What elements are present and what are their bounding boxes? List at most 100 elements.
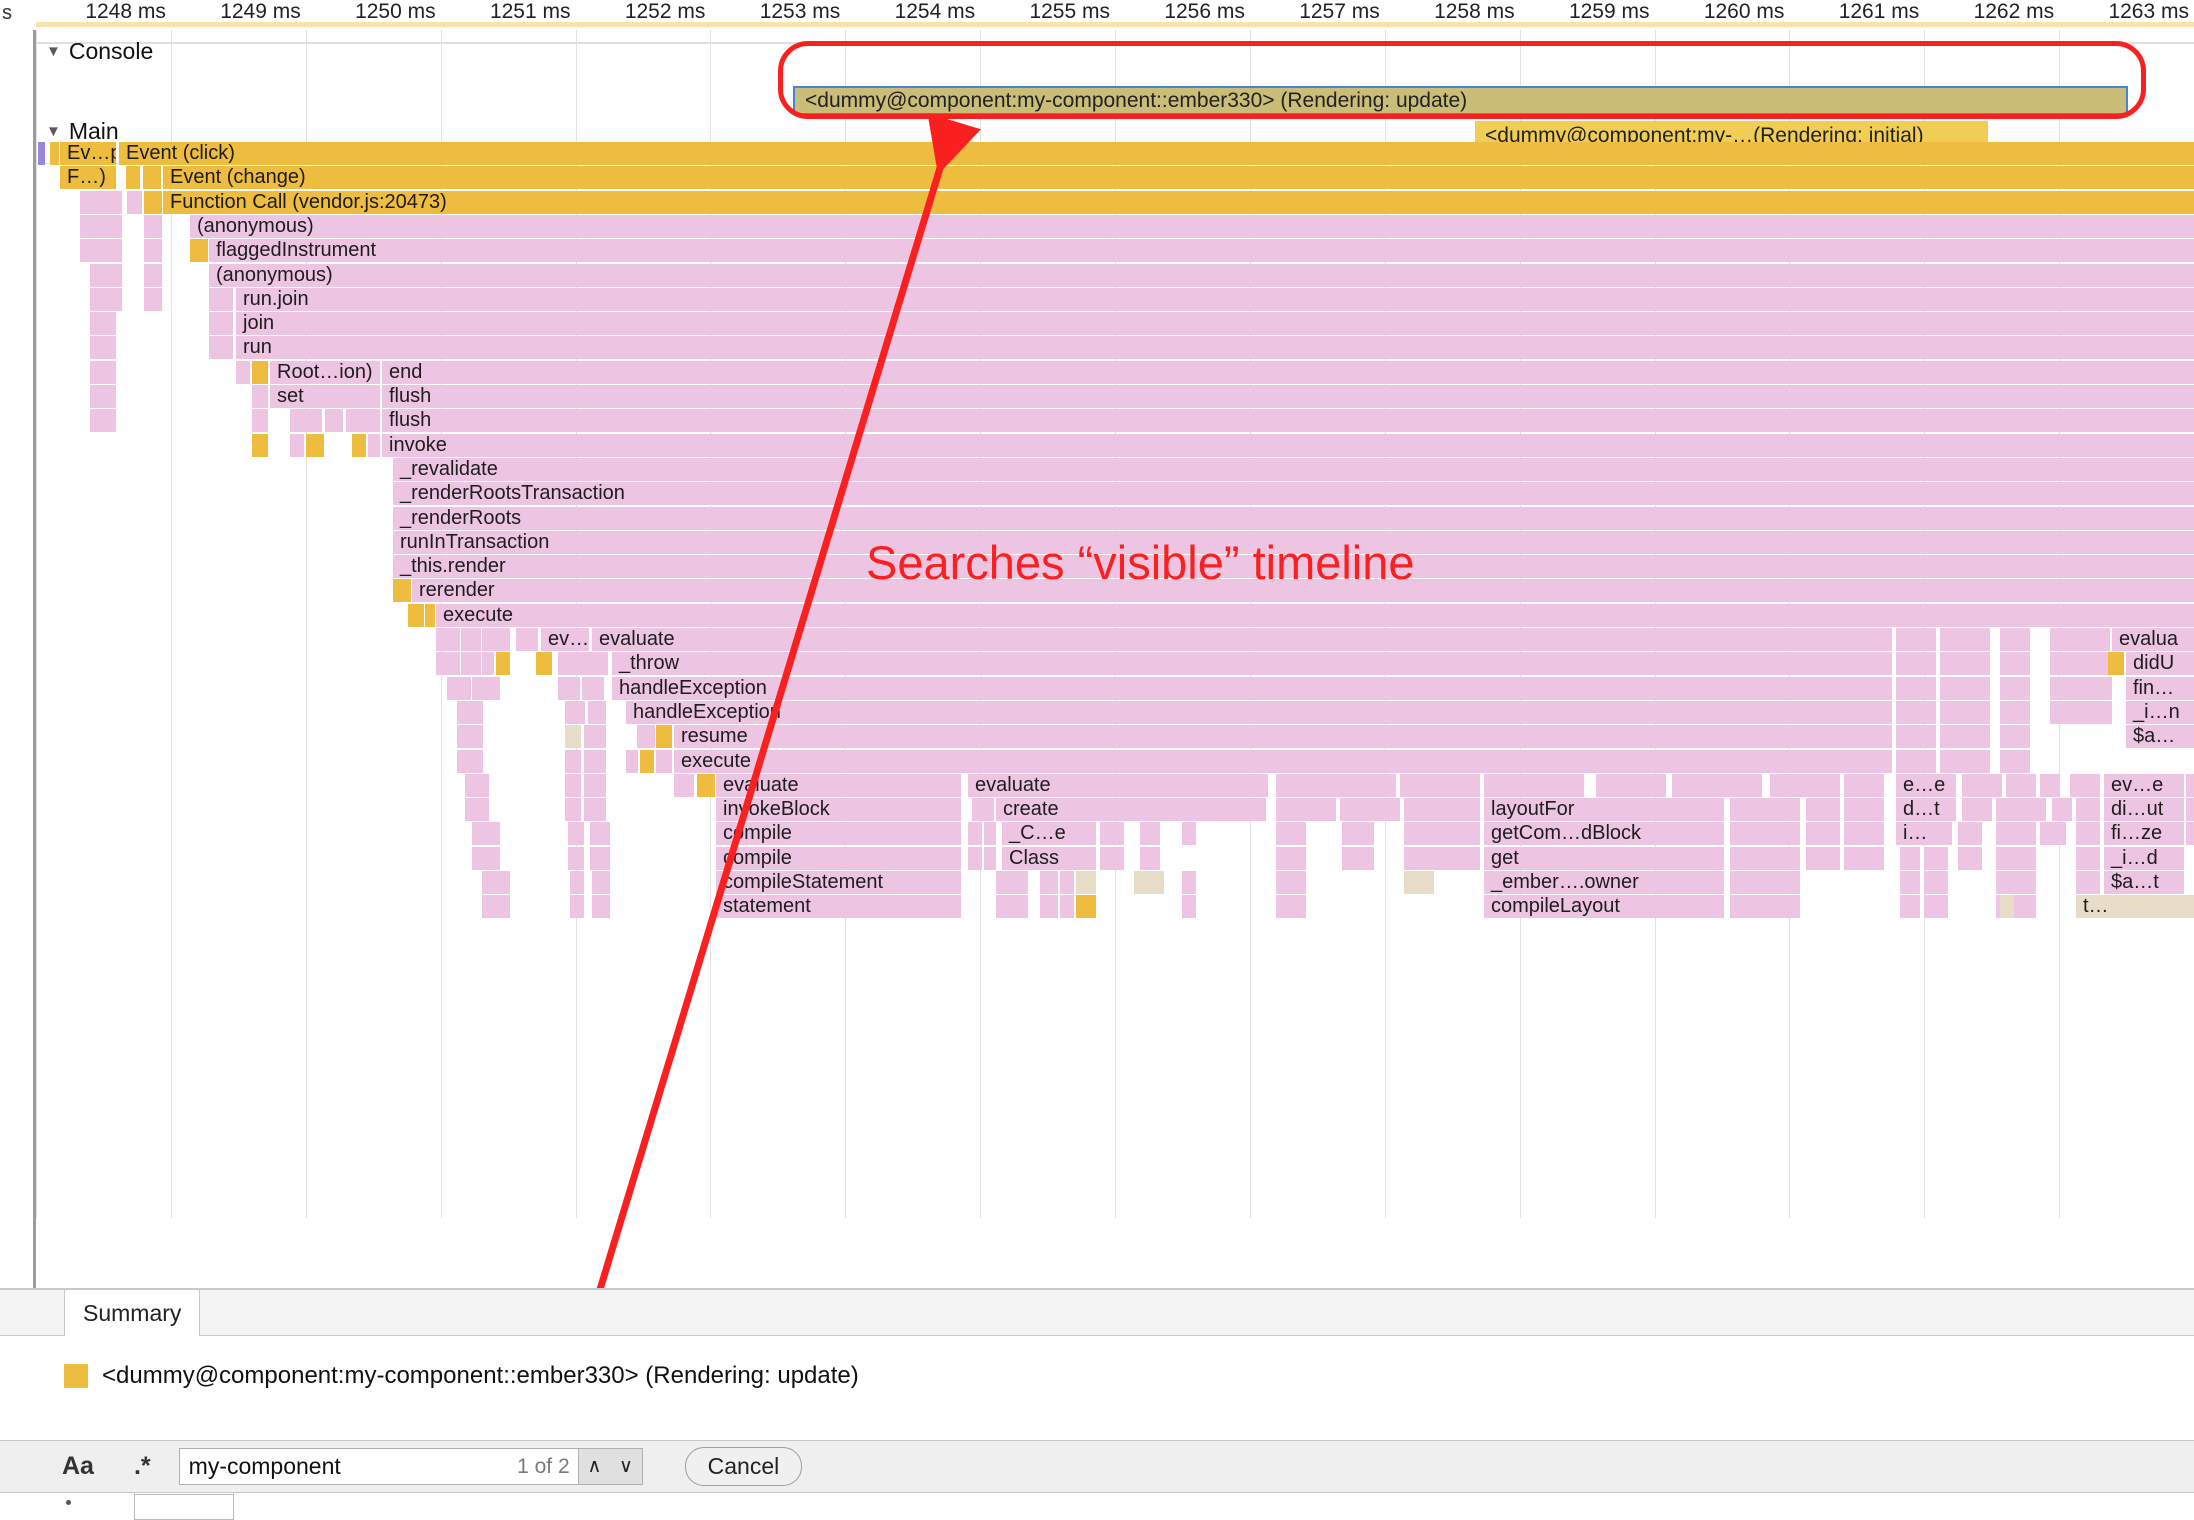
search-next-button[interactable]: ∨ [619, 1455, 633, 1478]
flame-bar[interactable]: compileStatement [716, 871, 961, 894]
flame-bar[interactable]: flush [382, 385, 2194, 408]
flame-bar[interactable]: handleException [612, 677, 1892, 700]
flame-bar-unlabeled[interactable] [588, 701, 606, 724]
flame-bar[interactable]: end [382, 361, 2194, 384]
flame-bar[interactable]: ev…e [2104, 774, 2184, 797]
flame-bar[interactable]: $a… [2126, 725, 2194, 748]
flame-bar-unlabeled[interactable] [482, 871, 510, 894]
flame-bar-unlabeled[interactable] [1730, 895, 1800, 918]
flame-bar-unlabeled[interactable] [570, 895, 584, 918]
flame-bar-unlabeled[interactable] [2076, 871, 2100, 894]
flame-bar[interactable]: fi…ze [2104, 822, 2184, 845]
flame-bar-unlabeled[interactable] [1100, 847, 1124, 870]
flame-bar[interactable]: d…t [1896, 798, 1956, 821]
flame-bar-unlabeled[interactable] [90, 385, 116, 408]
flame-bar-unlabeled[interactable] [482, 628, 510, 651]
flame-bar-unlabeled[interactable] [1342, 822, 1374, 845]
search-input-wrap[interactable]: 1 of 2 [179, 1448, 579, 1485]
flame-bar-unlabeled[interactable] [1896, 725, 1936, 748]
flame-bar-unlabeled[interactable] [1730, 871, 1800, 894]
flame-bar[interactable]: compile [716, 822, 961, 845]
flame-bar-unlabeled[interactable] [1924, 871, 1948, 894]
flame-bar-unlabeled[interactable] [252, 434, 268, 457]
flame-bar-unlabeled[interactable] [143, 166, 161, 189]
flame-bar-unlabeled[interactable] [482, 895, 510, 918]
flame-bar-unlabeled[interactable] [90, 336, 116, 359]
flame-bar-unlabeled[interactable] [536, 652, 552, 675]
flame-bar-unlabeled[interactable] [1896, 628, 1936, 651]
flame-bar-unlabeled[interactable] [584, 774, 606, 797]
flame-bar-unlabeled[interactable] [144, 215, 162, 238]
flame-bar[interactable]: evaluate [592, 628, 1892, 651]
flame-bar-unlabeled[interactable] [325, 409, 343, 432]
flame-bar-unlabeled[interactable] [1962, 798, 1992, 821]
flame-bar-unlabeled[interactable] [436, 628, 460, 651]
flame-bar-unlabeled[interactable] [1404, 871, 1434, 894]
flame-bar[interactable]: $a…t [2104, 871, 2184, 894]
flame-bar-unlabeled[interactable] [590, 847, 610, 870]
flame-bar-unlabeled[interactable] [252, 361, 268, 384]
flame-bar-unlabeled[interactable] [1140, 847, 1160, 870]
flame-bar-unlabeled[interactable] [568, 847, 584, 870]
flame-bar-unlabeled[interactable] [1276, 774, 1396, 797]
flame-bar-unlabeled[interactable] [38, 142, 45, 165]
flame-bar-unlabeled[interactable] [368, 434, 380, 457]
flame-bar-unlabeled[interactable] [565, 798, 581, 821]
flame-bar-unlabeled[interactable] [1182, 871, 1196, 894]
flame-bar-unlabeled[interactable] [393, 579, 411, 602]
flame-bar-unlabeled[interactable] [996, 895, 1028, 918]
flame-bar-unlabeled[interactable] [568, 822, 584, 845]
flame-bar-unlabeled[interactable] [482, 652, 494, 675]
flame-bar-unlabeled[interactable] [1340, 798, 1400, 821]
timeline-vertical-scrollbar[interactable] [33, 0, 36, 1290]
flame-bar-unlabeled[interactable] [697, 774, 715, 797]
flame-bar-unlabeled[interactable] [90, 312, 116, 335]
flame-bar-unlabeled[interactable] [584, 725, 606, 748]
flame-bar-unlabeled[interactable] [1060, 895, 1074, 918]
flame-bar[interactable]: _renderRootsTransaction [393, 482, 2194, 505]
flame-bar-unlabeled[interactable] [674, 774, 694, 797]
flame-bar-unlabeled[interactable] [2050, 677, 2112, 700]
flame-bar[interactable]: _ember….owner [1484, 871, 1724, 894]
flame-bar-unlabeled[interactable] [472, 677, 500, 700]
flame-bar-unlabeled[interactable] [656, 725, 672, 748]
flame-bar-unlabeled[interactable] [584, 798, 606, 821]
flame-bar-unlabeled[interactable] [236, 361, 250, 384]
flame-bar[interactable]: Function Call (vendor.js:20473) [163, 191, 2194, 214]
flame-bar-unlabeled[interactable] [1962, 774, 2002, 797]
flame-bar-unlabeled[interactable] [996, 871, 1028, 894]
flame-bar-unlabeled[interactable] [2006, 774, 2036, 797]
flame-bar[interactable]: create [996, 798, 1266, 821]
flame-bar-unlabeled[interactable] [80, 215, 122, 238]
flame-bar[interactable]: evaluate [968, 774, 1268, 797]
flame-bar-unlabeled[interactable] [425, 604, 435, 627]
flame-bar-unlabeled[interactable] [290, 409, 322, 432]
flame-bar-unlabeled[interactable] [461, 628, 481, 651]
flame-bar-unlabeled[interactable] [2000, 725, 2030, 748]
flame-bar-unlabeled[interactable] [1100, 822, 1124, 845]
flame-bar-unlabeled[interactable] [436, 652, 460, 675]
regex-toggle[interactable]: .* [134, 1452, 151, 1481]
flame-bar-unlabeled[interactable] [1400, 774, 1480, 797]
flame-bar-unlabeled[interactable] [457, 701, 483, 724]
flame-bar-unlabeled[interactable] [1896, 701, 1936, 724]
flame-bar[interactable]: layoutFor [1484, 798, 1724, 821]
flame-bar-unlabeled[interactable] [1924, 847, 1948, 870]
flame-bar-unlabeled[interactable] [447, 677, 471, 700]
flame-bar-unlabeled[interactable] [80, 239, 122, 262]
flame-bar-unlabeled[interactable] [516, 628, 538, 651]
flame-bar-unlabeled[interactable] [1404, 798, 1480, 821]
flame-bar-unlabeled[interactable] [2186, 774, 2194, 797]
flame-bar[interactable]: Ev…p) [60, 142, 116, 165]
flame-bar-unlabeled[interactable] [2040, 774, 2060, 797]
flame-bar-unlabeled[interactable] [1484, 774, 1584, 797]
flame-bar-unlabeled[interactable] [1342, 847, 1374, 870]
flame-bar-unlabeled[interactable] [1276, 798, 1336, 821]
flame-bar[interactable]: compile [716, 847, 961, 870]
flame-bar-unlabeled[interactable] [1940, 628, 1990, 651]
flame-bar[interactable]: (anonymous) [209, 264, 2194, 287]
flame-bar[interactable]: evalua [2112, 628, 2194, 651]
flame-bar-unlabeled[interactable] [1940, 701, 1990, 724]
flame-bar[interactable]: getCom…dBlock [1484, 822, 1724, 845]
flame-bar[interactable]: _i…d [2104, 847, 2184, 870]
